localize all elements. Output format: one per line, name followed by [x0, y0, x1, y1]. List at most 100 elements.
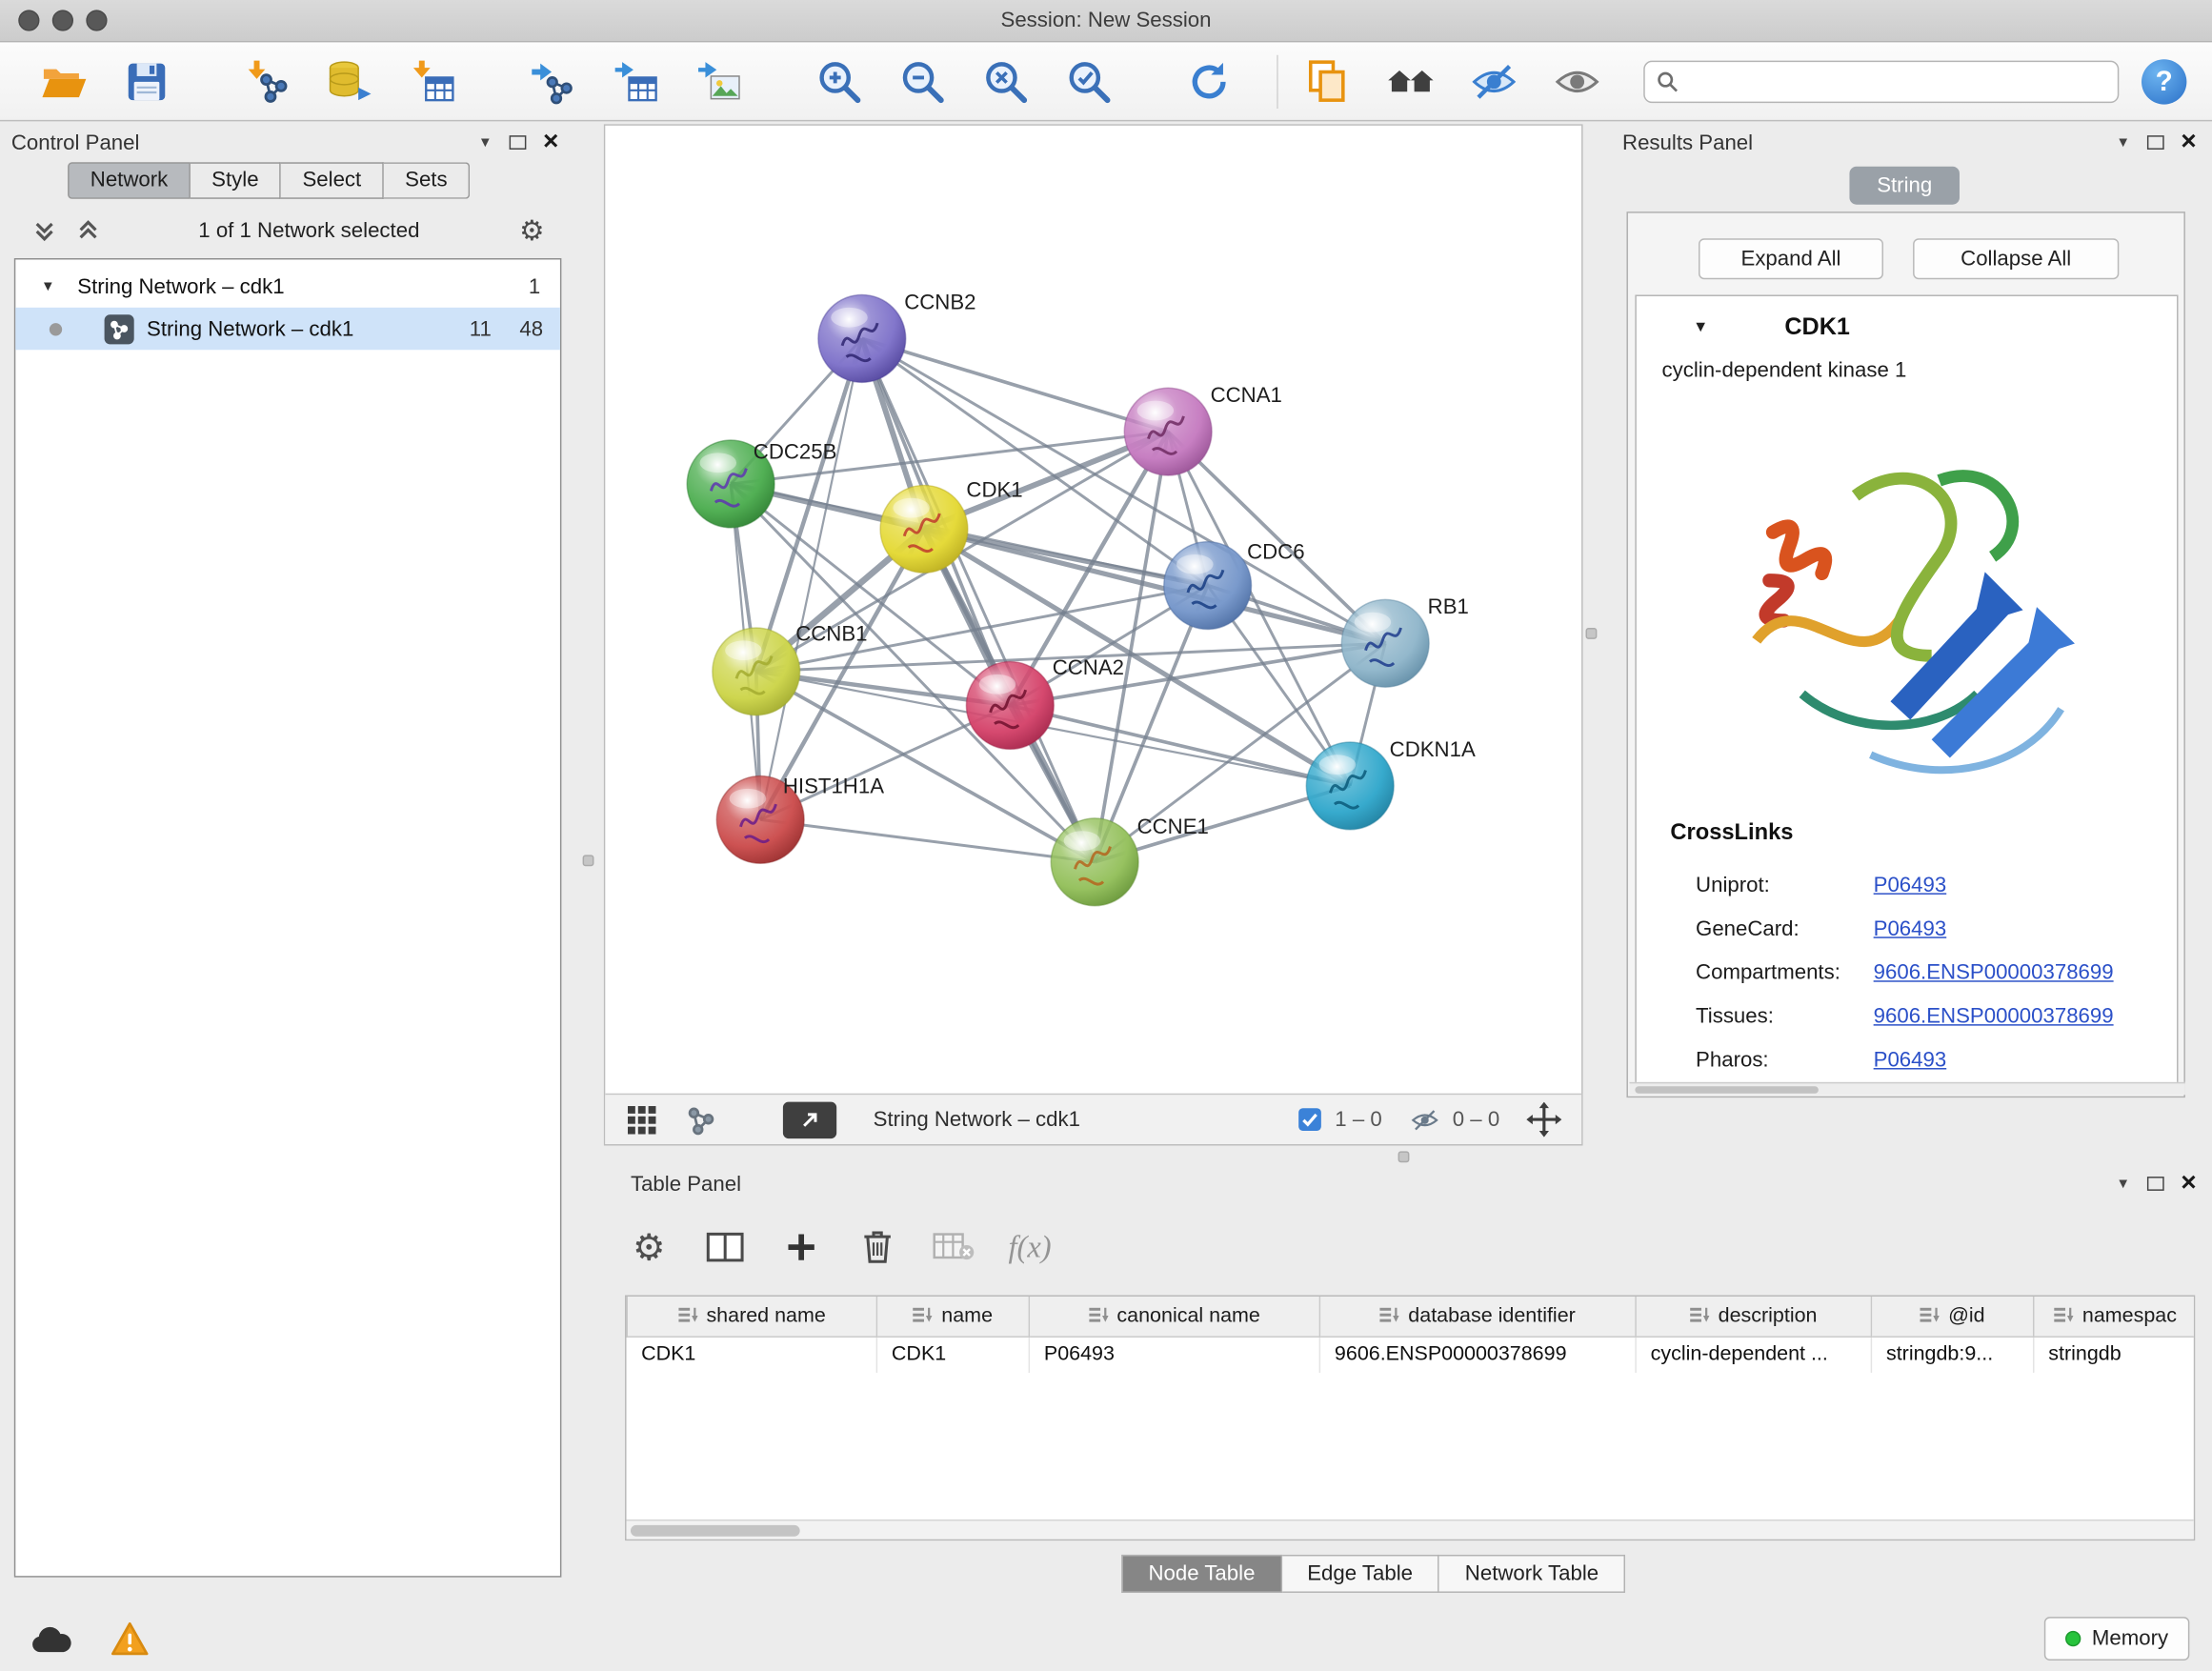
- network-collection-row[interactable]: ▼ String Network – cdk1 1: [15, 265, 560, 307]
- table-cell[interactable]: CDK1: [627, 1336, 876, 1373]
- expand-all-button[interactable]: Expand All: [1699, 238, 1883, 279]
- splitter-handle[interactable]: [1586, 628, 1598, 639]
- import-table-button[interactable]: [401, 49, 466, 113]
- open-in-browser-button[interactable]: [783, 1101, 836, 1138]
- close-panel-icon[interactable]: ×: [543, 132, 558, 152]
- export-image-button[interactable]: [687, 49, 752, 113]
- memory-button[interactable]: Memory: [2044, 1617, 2190, 1661]
- gear-icon[interactable]: ⚙: [519, 212, 545, 248]
- table-cell[interactable]: stringdb:9...: [1871, 1336, 2033, 1373]
- column-header--id[interactable]: @id: [1871, 1297, 2033, 1336]
- apply-layout-button[interactable]: [1176, 49, 1241, 113]
- network-edge[interactable]: [760, 338, 862, 819]
- network-node-CCNA2[interactable]: CCNA2: [966, 655, 1124, 749]
- network-edge[interactable]: [760, 819, 1095, 861]
- table-cell[interactable]: stringdb: [2034, 1336, 2196, 1373]
- pan-move-icon[interactable]: [1526, 1102, 1561, 1137]
- network-edge[interactable]: [862, 338, 1168, 432]
- export-table-button[interactable]: [604, 49, 669, 113]
- export-network-button[interactable]: [520, 49, 585, 113]
- panel-menu-icon[interactable]: ▼: [2116, 134, 2130, 150]
- cloud-icon[interactable]: [29, 1617, 73, 1661]
- tab-edge-table[interactable]: Edge Table: [1282, 1555, 1440, 1593]
- search-box[interactable]: [1643, 60, 2119, 102]
- network-node-CCNE1[interactable]: CCNE1: [1051, 815, 1209, 906]
- network-node-CDK1[interactable]: CDK1: [880, 477, 1023, 573]
- tissues-link[interactable]: 9606.ENSP00000378699: [1874, 1004, 2114, 1028]
- genecard-link[interactable]: P06493: [1874, 917, 1947, 941]
- tree-expand-icon[interactable]: ▼: [41, 278, 55, 293]
- zoom-selected-button[interactable]: [1056, 49, 1121, 113]
- table-row[interactable]: CDK1CDK1P064939606.ENSP00000378699cyclin…: [627, 1336, 2195, 1373]
- network-canvas[interactable]: CCNB2CCNA1CDC25BCDK1CDC6RB1CCNB1CCNA2CDK…: [605, 126, 1581, 1095]
- save-session-button[interactable]: [114, 49, 179, 113]
- results-scrollbar[interactable]: [1629, 1082, 2184, 1095]
- column-header-name[interactable]: name: [876, 1297, 1029, 1336]
- network-node-CCNB2[interactable]: CCNB2: [818, 290, 976, 382]
- tab-network[interactable]: Network: [68, 162, 191, 199]
- close-panel-icon[interactable]: ×: [2181, 1174, 2196, 1194]
- hide-selected-button[interactable]: [1461, 49, 1526, 113]
- import-network-database-button[interactable]: [317, 49, 382, 113]
- network-edge[interactable]: [1010, 705, 1350, 785]
- selected-checkbox-icon[interactable]: [1298, 1108, 1322, 1132]
- pharos-link[interactable]: P06493: [1874, 1048, 1947, 1072]
- splitter-handle[interactable]: [1398, 1151, 1410, 1162]
- warning-icon[interactable]: [108, 1617, 152, 1661]
- network-share-icon[interactable]: [684, 1102, 718, 1137]
- help-button[interactable]: ?: [2142, 58, 2186, 103]
- uniprot-link[interactable]: P06493: [1874, 874, 1947, 897]
- zoom-fit-button[interactable]: [974, 49, 1038, 113]
- float-panel-icon[interactable]: [2147, 135, 2164, 150]
- hidden-eye-slash-icon[interactable]: [1409, 1107, 1440, 1133]
- delete-table-icon[interactable]: [933, 1226, 975, 1268]
- compartments-link[interactable]: 9606.ENSP00000378699: [1874, 960, 2114, 984]
- float-panel-icon[interactable]: [509, 135, 526, 150]
- panel-menu-icon[interactable]: ▼: [2116, 1176, 2130, 1191]
- table-horizontal-scrollbar[interactable]: [627, 1520, 2194, 1540]
- table-cell[interactable]: 9606.ENSP00000378699: [1319, 1336, 1636, 1373]
- network-node-HIST1H1A[interactable]: HIST1H1A: [716, 774, 884, 863]
- panel-menu-icon[interactable]: ▼: [478, 134, 493, 150]
- tab-select[interactable]: Select: [281, 162, 384, 199]
- create-column-plus-icon[interactable]: [780, 1226, 822, 1268]
- birds-eye-view-icon[interactable]: [625, 1102, 659, 1137]
- splitter-handle[interactable]: [583, 855, 594, 866]
- network-row[interactable]: String Network – cdk1 11 48: [15, 308, 560, 350]
- collapse-all-button[interactable]: Collapse All: [1913, 238, 2119, 279]
- show-all-button[interactable]: [1545, 49, 1610, 113]
- network-node-CCNA1[interactable]: CCNA1: [1124, 383, 1282, 475]
- column-header-description[interactable]: description: [1636, 1297, 1871, 1336]
- open-session-button[interactable]: [31, 49, 96, 113]
- column-header-database-identifier[interactable]: database identifier: [1319, 1297, 1636, 1336]
- network-node-RB1[interactable]: RB1: [1341, 594, 1469, 687]
- function-builder-icon[interactable]: f(x): [1009, 1226, 1051, 1268]
- expand-all-icon[interactable]: [77, 219, 98, 240]
- tab-string[interactable]: String: [1849, 167, 1960, 205]
- table-cell[interactable]: cyclin-dependent ...: [1636, 1336, 1871, 1373]
- show-columns-icon[interactable]: [704, 1226, 746, 1268]
- collapse-all-icon[interactable]: [34, 219, 55, 240]
- column-header-shared-name[interactable]: shared name: [627, 1297, 876, 1336]
- column-header-canonical-name[interactable]: canonical name: [1029, 1297, 1319, 1336]
- table-cell[interactable]: P06493: [1029, 1336, 1319, 1373]
- tab-sets[interactable]: Sets: [384, 162, 470, 199]
- gene-section-header[interactable]: ▼ CDK1: [1637, 296, 2177, 358]
- import-network-button[interactable]: [234, 49, 299, 113]
- home-button[interactable]: [1378, 49, 1443, 113]
- float-panel-icon[interactable]: [2147, 1177, 2164, 1191]
- column-header-namespac[interactable]: namespac: [2034, 1297, 2196, 1336]
- close-panel-icon[interactable]: ×: [2181, 132, 2196, 152]
- zoom-in-button[interactable]: [807, 49, 872, 113]
- network-edge[interactable]: [862, 338, 1095, 861]
- network-node-CDKN1A[interactable]: CDKN1A: [1306, 737, 1476, 830]
- tab-style[interactable]: Style: [191, 162, 281, 199]
- zoom-out-button[interactable]: [890, 49, 955, 113]
- delete-column-trash-icon[interactable]: [856, 1226, 898, 1268]
- tab-network-table[interactable]: Network Table: [1439, 1555, 1625, 1593]
- duplicate-network-button[interactable]: [1295, 49, 1359, 113]
- table-cell[interactable]: CDK1: [876, 1336, 1029, 1373]
- search-input[interactable]: [1687, 69, 2106, 94]
- section-collapse-icon[interactable]: ▼: [1693, 319, 1708, 336]
- table-settings-gear-icon[interactable]: ⚙: [628, 1226, 670, 1268]
